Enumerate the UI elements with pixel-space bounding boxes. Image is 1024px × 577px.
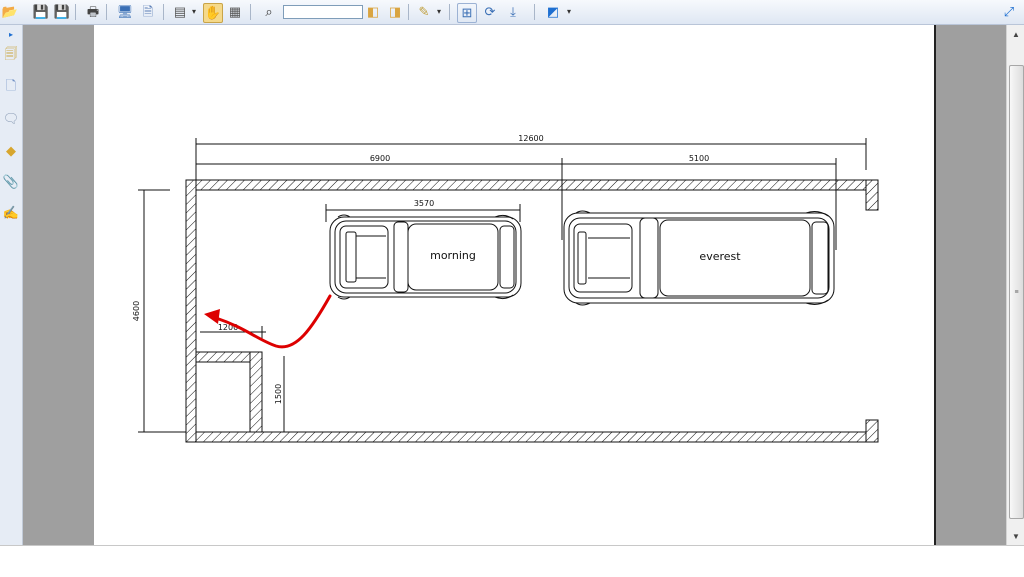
scroll-grip-icon: ≡ [1014, 288, 1019, 296]
garage-depth-label: 4600 [132, 301, 141, 321]
left-wall [185, 179, 197, 443]
storage-depth-label: 1500 [274, 384, 283, 404]
walls [185, 179, 879, 443]
scroll-down-icon[interactable]: ▼ [1008, 528, 1024, 544]
garage-floor-plan: 12600 6900 5100 3570 4600 1200 1500 morn… [132, 134, 879, 443]
car-everest-label: everest [699, 250, 741, 263]
bottom-wall [185, 431, 879, 443]
storage-side-wall [249, 351, 263, 433]
status-bar [0, 545, 1024, 577]
dimension-labels: 12600 6900 5100 3570 4600 1200 1500 [132, 134, 709, 404]
car-morning [329, 214, 522, 300]
right-bay-width-label: 5100 [689, 154, 709, 163]
car-length-label: 3570 [414, 199, 434, 208]
top-right-return-wall [865, 179, 879, 211]
vertical-scrollbar[interactable]: ▲ ≡ ▼ [1006, 25, 1024, 545]
scroll-thumb[interactable]: ≡ [1009, 65, 1024, 519]
overall-width-label: 12600 [518, 134, 543, 143]
left-bay-width-label: 6900 [370, 154, 390, 163]
exit-path-arrow [204, 294, 332, 349]
car-morning-label: morning [430, 249, 476, 262]
bottom-right-return-wall [865, 419, 879, 443]
scroll-up-icon[interactable]: ▲ [1008, 26, 1024, 42]
top-wall [185, 179, 879, 191]
